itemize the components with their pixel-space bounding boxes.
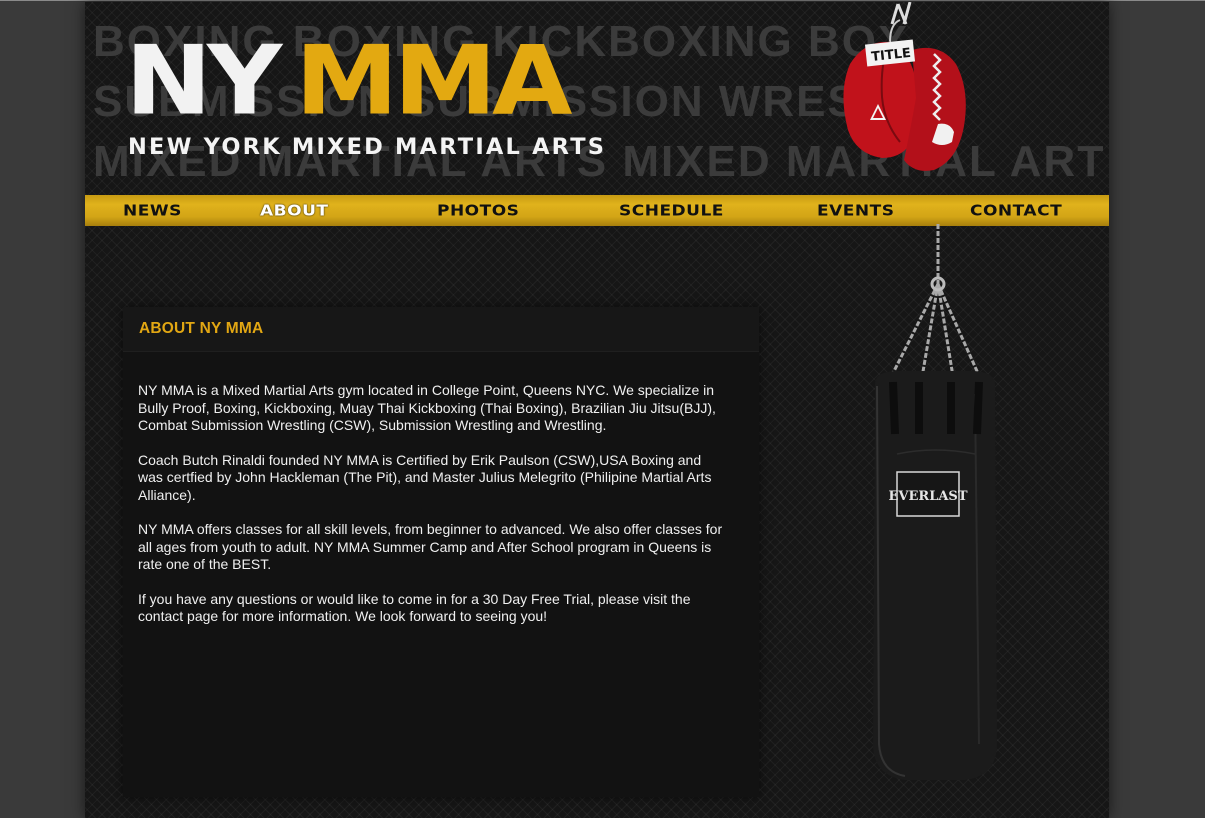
site-logo[interactable]: NY MMA NEW YORK MIXED MARTIAL ARTS — [125, 24, 607, 166]
content-header: ABOUT NY MMA — [123, 307, 759, 352]
about-paragraph: Coach Butch Rinaldi founded NY MMA is Ce… — [138, 451, 712, 503]
nav-item-news[interactable]: NEWS — [123, 197, 182, 225]
punching-bag-image: EVERLAST — [873, 224, 997, 780]
about-content-panel: ABOUT NY MMA NY MMA is a Mixed Martial A… — [123, 307, 759, 797]
bag-brand-text: EVERLAST — [889, 489, 968, 504]
logo-ny-text: NY — [125, 24, 282, 137]
page-container: BOXING BOXING KICKBOXING BOX SUBMISSION … — [85, 2, 1109, 818]
about-paragraph: If you have any questions or would like … — [138, 590, 691, 625]
nav-item-photos[interactable]: PHOTOS — [437, 197, 519, 225]
nav-item-contact[interactable]: CONTACT — [970, 197, 1062, 225]
about-paragraph: NY MMA is a Mixed Martial Arts gym locat… — [138, 382, 716, 433]
main-navigation: NEWS ABOUT PHOTOS SCHEDULE EVENTS CONTAC… — [85, 195, 1109, 226]
nav-item-about[interactable]: ABOUT — [260, 197, 328, 225]
nav-item-schedule[interactable]: SCHEDULE — [619, 197, 724, 225]
boxing-gloves-image: TITLE — [843, 2, 966, 171]
nav-item-events[interactable]: EVENTS — [817, 197, 894, 225]
logo-mma-text: MMA — [295, 24, 572, 137]
about-paragraph: NY MMA offers classes for all skill leve… — [138, 521, 723, 572]
window-top-border — [0, 0, 1205, 1]
page-title: ABOUT NY MMA — [139, 320, 264, 337]
content-body: NY MMA is a Mixed Martial Arts gym locat… — [138, 382, 728, 643]
logo-subtitle: NEW YORK MIXED MARTIAL ARTS — [128, 134, 607, 160]
